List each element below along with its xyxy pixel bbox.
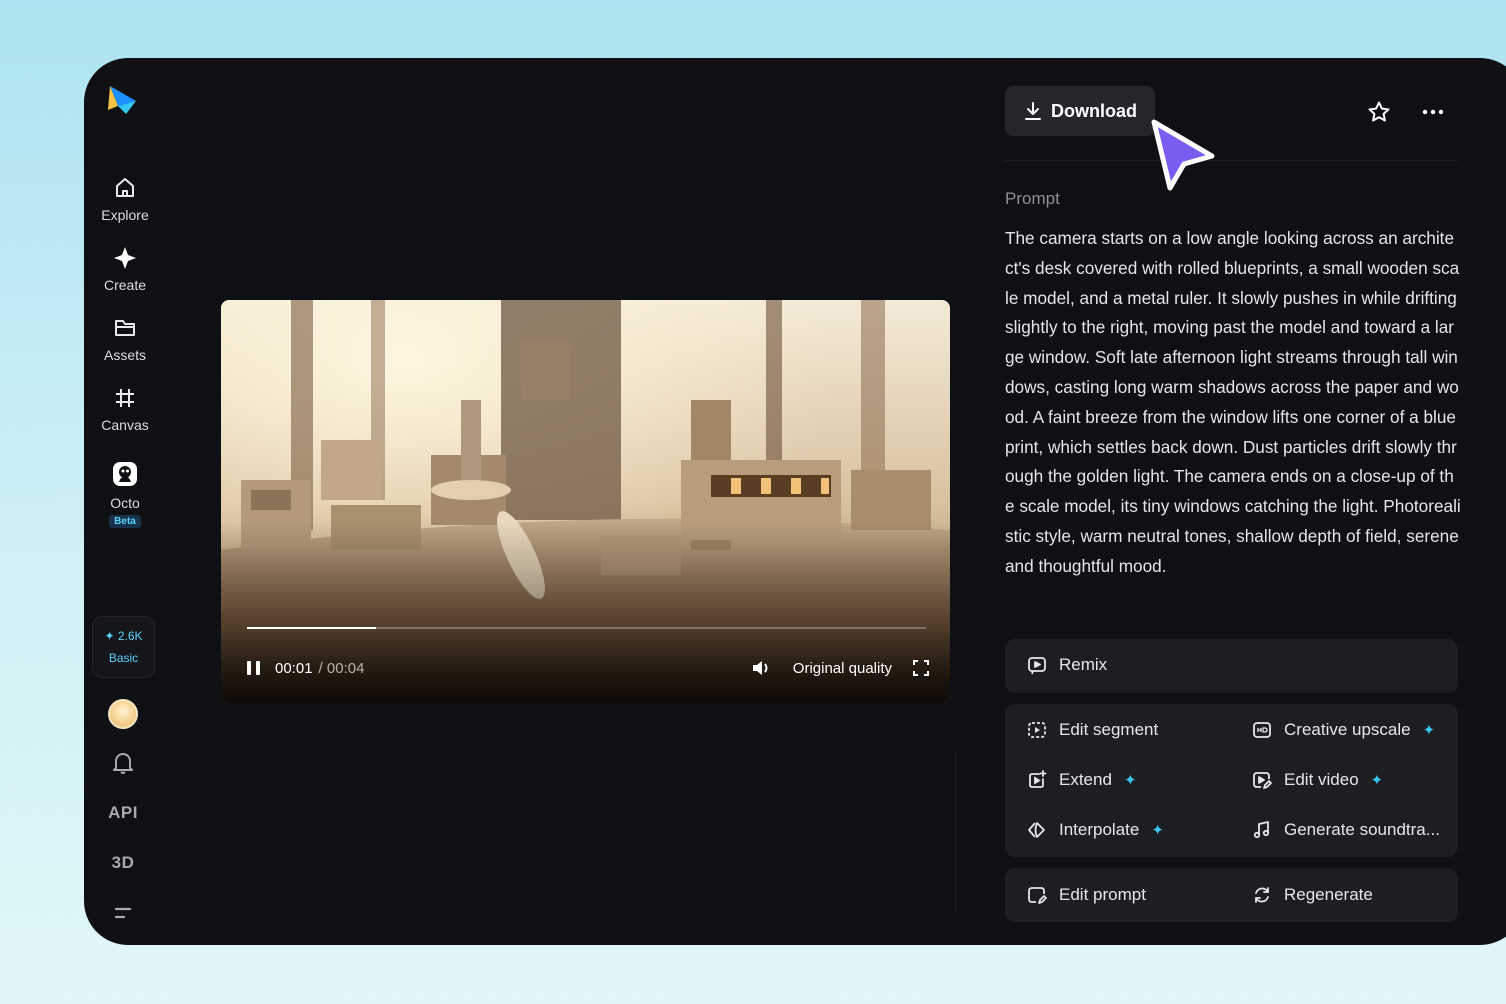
download-button[interactable]: Download: [1005, 86, 1155, 136]
threed-button[interactable]: 3D: [108, 850, 138, 876]
sparkle-icon: [114, 247, 136, 269]
total-time: / 00:04: [318, 659, 365, 677]
more-icon: [1422, 109, 1444, 115]
pointer-cursor-icon: [1151, 119, 1215, 191]
extend-label: Extend: [1059, 770, 1112, 789]
hd-upscale-icon: [1253, 722, 1271, 738]
video-frame-image: [221, 300, 950, 703]
player-controls: 00:01 / 00:04 Original quality: [245, 657, 930, 679]
progress-track[interactable]: [247, 627, 926, 629]
edit-prompt-button[interactable]: Edit prompt: [1027, 885, 1146, 905]
creative-upscale-label: Creative upscale: [1284, 720, 1411, 739]
remix-icon: [1028, 657, 1046, 675]
more-options-button[interactable]: [1418, 98, 1448, 126]
remix-button[interactable]: Remix: [1027, 655, 1107, 675]
video-player[interactable]: 00:01 / 00:04 Original quality: [221, 300, 950, 703]
notifications-button[interactable]: [108, 750, 138, 776]
nav-create[interactable]: Create: [84, 246, 166, 293]
api-label: API: [108, 803, 138, 822]
download-label: Download: [1051, 100, 1137, 121]
edit-segment-button[interactable]: Edit segment: [1027, 720, 1158, 740]
prompt-actions-card: Edit prompt Regenerate: [1005, 868, 1458, 922]
favorite-button[interactable]: [1365, 98, 1393, 126]
edit-segment-label: Edit segment: [1059, 720, 1159, 739]
edit-prompt-icon: [1028, 887, 1047, 904]
crop-icon: [116, 389, 134, 407]
extend-sparkle-icon: ✦: [1123, 772, 1137, 789]
creative-upscale-button[interactable]: Creative upscale ✦: [1252, 720, 1435, 740]
edit-video-icon: [1253, 772, 1272, 789]
generate-soundtrack-button[interactable]: Generate soundtra...: [1252, 820, 1440, 840]
edit-segment-icon: [1028, 722, 1046, 738]
interpolate-icon: [1028, 822, 1045, 838]
fullscreen-icon[interactable]: [912, 659, 930, 677]
regenerate-button[interactable]: Regenerate: [1252, 885, 1373, 905]
nav-explore-label: Explore: [101, 207, 149, 223]
extend-icon: [1029, 770, 1047, 788]
remix-card: Remix: [1005, 639, 1458, 693]
nav-octo-label: Octo: [110, 495, 140, 511]
credits-amount-row: ✦ 2.6K: [104, 629, 142, 643]
pause-icon[interactable]: [245, 659, 263, 677]
volume-icon[interactable]: [751, 658, 773, 678]
nav-octo[interactable]: Octo Beta: [84, 460, 166, 528]
nav-create-label: Create: [103, 277, 147, 293]
edit-tools-card: Edit segment Creative upscale ✦ Extend ✦…: [1005, 704, 1458, 857]
generate-soundtrack-label: Generate soundtra...: [1284, 820, 1440, 839]
bell-icon: [113, 753, 133, 774]
nav-explore[interactable]: Explore: [84, 176, 166, 223]
edit-video-sparkle-icon: ✦: [1370, 772, 1384, 789]
current-time: 00:01: [275, 659, 313, 677]
regenerate-icon: [1255, 887, 1269, 903]
home-icon: [116, 178, 134, 197]
controls-right: Original quality: [751, 658, 930, 678]
threed-label: 3D: [111, 853, 135, 872]
plan-label: Basic: [108, 651, 139, 665]
avatar[interactable]: [108, 699, 138, 729]
interpolate-label: Interpolate: [1059, 820, 1140, 839]
edit-prompt-label: Edit prompt: [1059, 885, 1146, 904]
edit-video-label: Edit video: [1284, 770, 1359, 789]
edit-video-button[interactable]: Edit video ✦: [1252, 770, 1383, 790]
nav-canvas-label: Canvas: [101, 417, 149, 433]
creative-upscale-sparkle-icon: ✦: [1422, 722, 1436, 739]
download-icon: [1025, 102, 1041, 120]
music-note-icon: [1253, 821, 1270, 839]
header-divider: [1005, 160, 1458, 161]
beta-badge: Beta: [109, 515, 141, 528]
prompt-text: The camera starts on a low angle looking…: [1005, 228, 1461, 576]
nav-assets-label: Assets: [103, 347, 146, 363]
star-icon: [1368, 101, 1390, 122]
remix-label: Remix: [1059, 655, 1108, 674]
credits-sparkle-icon: ✦: [104, 629, 115, 643]
credits-amount: 2.6K: [117, 629, 143, 643]
extend-button[interactable]: Extend ✦: [1027, 770, 1137, 790]
logo-icon[interactable]: [106, 84, 140, 118]
menu-button[interactable]: [108, 900, 138, 926]
progress-fill: [247, 627, 376, 629]
panel-divider: [955, 752, 956, 912]
menu-icon: [114, 907, 132, 919]
api-button[interactable]: API: [108, 800, 138, 826]
app-window: Explore Create Assets Canvas Octo Beta ✦…: [84, 58, 1506, 945]
folder-icon: [115, 320, 135, 336]
credits-box[interactable]: ✦ 2.6K Basic: [92, 616, 155, 678]
interpolate-sparkle-icon: ✦: [1151, 822, 1164, 839]
octo-icon: [113, 462, 137, 486]
prompt-fade: [1005, 573, 1461, 609]
nav-canvas[interactable]: Canvas: [84, 386, 166, 433]
quality-selector[interactable]: Original quality: [793, 660, 892, 677]
prompt-heading: Prompt: [1005, 189, 1060, 208]
interpolate-button[interactable]: Interpolate ✦: [1027, 820, 1164, 840]
nav-assets[interactable]: Assets: [84, 316, 166, 363]
regenerate-label: Regenerate: [1284, 885, 1373, 904]
